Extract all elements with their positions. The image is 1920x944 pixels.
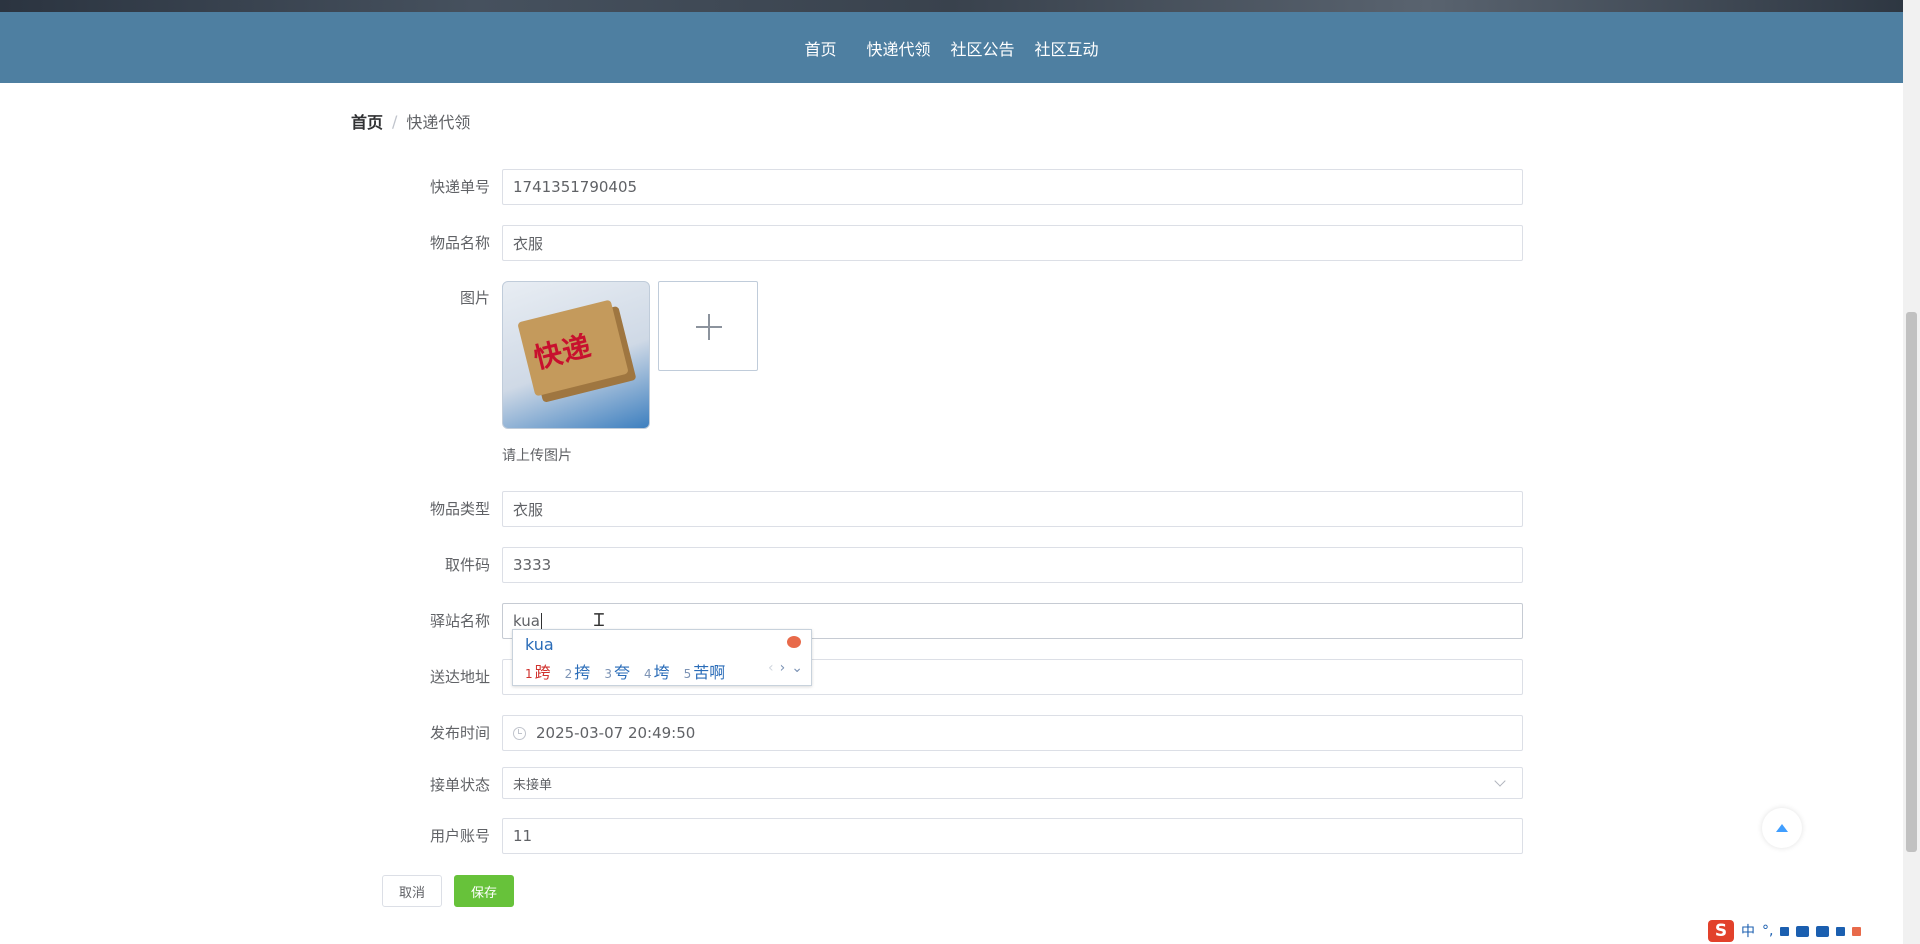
user-account-value: 11 — [513, 827, 533, 845]
plus-icon-vertical — [708, 314, 710, 340]
uploaded-image-thumbnail[interactable]: 快递 — [502, 281, 650, 429]
ime-candidate-number: 5 — [683, 667, 692, 681]
ime-next-icon[interactable]: › — [780, 660, 786, 676]
ime-candidate-5[interactable]: 5 苦啊 — [684, 659, 726, 683]
sogou-logo-icon[interactable]: S — [1708, 920, 1734, 942]
ime-candidate-list: 1跨 2挎 3夸 4垮 5 苦啊 — [525, 659, 725, 683]
publish-time-value: 2025-03-07 20:49:50 — [536, 724, 696, 742]
item-type-value: 衣服 — [513, 500, 544, 519]
ime-candidate-text: 垮 — [653, 663, 670, 682]
nav-item-express-pickup[interactable]: 快递代领 — [856, 36, 940, 60]
user-account-input[interactable]: 11 — [502, 818, 1523, 854]
pickup-code-label: 取件码 — [444, 556, 490, 574]
user-account-label: 用户账号 — [429, 827, 490, 845]
item-type-input[interactable]: 衣服 — [502, 491, 1523, 527]
publish-time-picker[interactable]: 2025-03-07 20:49:50 — [502, 715, 1523, 751]
ime-candidate-3[interactable]: 3夸 — [604, 659, 630, 683]
chevron-down-icon — [1494, 775, 1506, 787]
nav-item-announcements[interactable]: 社区公告 — [941, 36, 1025, 60]
upload-tip: 请上传图片 — [502, 448, 572, 464]
breadcrumb-current: 快递代领 — [406, 113, 471, 132]
ime-candidate-text: 苦啊 — [693, 663, 726, 682]
tracking-no-label: 快递单号 — [429, 178, 490, 196]
top-banner-image — [0, 0, 1903, 12]
keyboard-icon[interactable] — [1796, 925, 1810, 937]
ime-candidate-number: 3 — [604, 667, 612, 681]
ime-punctuation-toggle[interactable]: °, — [1762, 923, 1773, 939]
save-button[interactable]: 保存 — [454, 875, 514, 907]
order-status-value: 未接单 — [513, 777, 553, 793]
ime-expand-icon[interactable]: ⌄ — [791, 660, 803, 676]
ime-mascot-icon[interactable] — [1852, 926, 1862, 936]
ime-skin-icon[interactable] — [787, 636, 801, 648]
item-name-input[interactable]: 衣服 — [502, 225, 1523, 261]
clock-icon — [513, 726, 526, 740]
item-name-value: 衣服 — [513, 234, 544, 253]
toolbox-grid-icon[interactable] — [1836, 926, 1846, 936]
ime-candidate-number: 4 — [643, 667, 652, 681]
breadcrumb-home[interactable]: 首页 — [351, 109, 383, 133]
ime-page-controls: ‹ › ⌄ — [768, 660, 803, 676]
ime-candidate-1[interactable]: 1跨 — [525, 659, 551, 683]
parcel-box-image: 快递 — [517, 299, 629, 397]
breadcrumb-separator: / — [392, 111, 398, 131]
ime-candidate-number: 1 — [525, 667, 533, 681]
ime-candidate-text: 跨 — [534, 663, 551, 682]
breadcrumb: 首页 / 快递代领 — [351, 109, 470, 133]
ime-candidate-number: 2 — [564, 667, 573, 681]
ime-mode-toggle[interactable]: 中 — [1741, 921, 1755, 941]
scrollbar-thumb[interactable] — [1906, 312, 1917, 852]
item-name-label: 物品名称 — [429, 234, 490, 252]
address-label: 送达地址 — [429, 668, 490, 686]
top-nav: 首页 快递代领 社区公告 社区互动 — [0, 12, 1903, 83]
tracking-no-value: 1741351790405 — [513, 178, 638, 196]
page: 首页 快递代领 社区公告 社区互动 首页 / 快递代领 快递单号 1741351… — [0, 0, 1920, 944]
back-to-top-button[interactable] — [1762, 808, 1802, 848]
publish-time-label: 发布时间 — [429, 724, 490, 742]
arrow-up-icon — [1776, 824, 1788, 832]
text-caret — [540, 612, 542, 630]
ime-candidate-text: 挎 — [574, 663, 591, 682]
cancel-button[interactable]: 取消 — [382, 875, 442, 907]
item-type-label: 物品类型 — [429, 500, 490, 518]
station-name-label: 驿站名称 — [429, 612, 490, 630]
parcel-box-text: 快递 — [530, 329, 595, 376]
ime-candidate-popup: kua 1跨 2挎 3夸 4垮 5 苦啊 ‹ › ⌄ — [512, 629, 812, 686]
ime-candidate-text: 夸 — [613, 663, 630, 682]
upload-add-button[interactable] — [658, 281, 758, 371]
order-status-label: 接单状态 — [429, 776, 490, 794]
order-status-select[interactable]: 未接单 — [502, 767, 1523, 799]
ime-status-toolbar: S 中 °, — [1704, 918, 1903, 944]
pickup-code-value: 3333 — [513, 556, 552, 574]
ime-candidate-2[interactable]: 2挎 — [565, 659, 591, 683]
tracking-no-input[interactable]: 1741351790405 — [502, 169, 1523, 205]
ime-candidate-4[interactable]: 4垮 — [644, 659, 670, 683]
pickup-code-input[interactable]: 3333 — [502, 547, 1523, 583]
nav-item-home[interactable]: 首页 — [794, 36, 846, 60]
skin-shirt-icon[interactable] — [1816, 925, 1830, 937]
nav-item-community[interactable]: 社区互动 — [1025, 36, 1109, 60]
station-name-value: kua — [513, 612, 540, 630]
ime-prev-icon[interactable]: ‹ — [768, 660, 774, 676]
ime-composition: kua — [525, 635, 554, 654]
microphone-icon[interactable] — [1780, 926, 1790, 936]
image-label: 图片 — [459, 289, 490, 307]
text-cursor-ibeam-icon: Ɪ — [594, 610, 605, 631]
